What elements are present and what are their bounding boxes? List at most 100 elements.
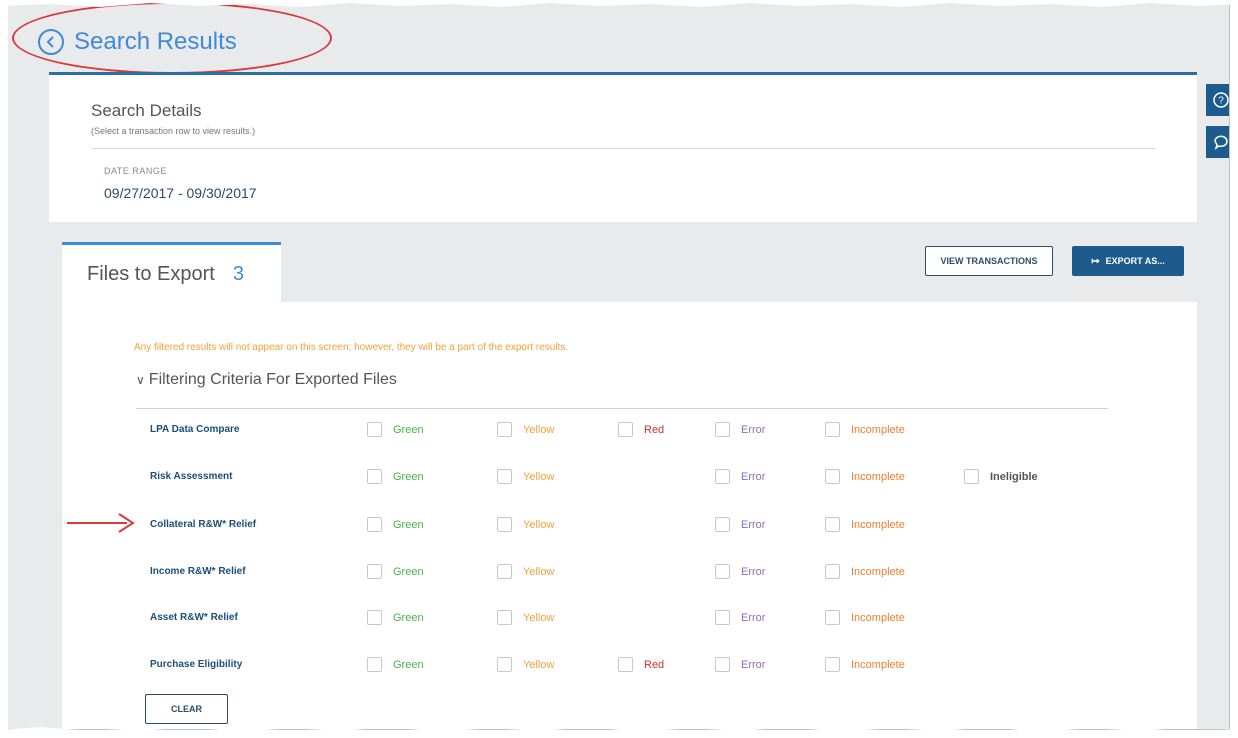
help-button[interactable]: ? [1206,84,1229,116]
checkbox[interactable] [715,469,730,484]
filter-option-label: Yellow [523,611,555,624]
filter-option-label: Error [741,658,766,671]
filter-option-label: Red [644,658,665,671]
checkbox[interactable] [367,517,382,532]
filter-row-label: Purchase Eligibility [150,659,243,670]
filter-option-incomplete[interactable]: Incomplete [825,517,905,532]
filter-option-label: Ineligible [990,470,1038,483]
filter-option-yellow[interactable]: Yellow [497,564,554,579]
filter-option-error[interactable]: Error [715,657,765,672]
filter-option-ineligible[interactable]: Ineligible [964,469,1038,484]
filter-option-label: Incomplete [851,611,905,624]
checkbox[interactable] [497,657,512,672]
page-header: Search Results [38,24,237,60]
filter-option-yellow[interactable]: Yellow [497,517,554,532]
view-transactions-button[interactable]: VIEW TRANSACTIONS [925,246,1053,276]
filter-option-yellow[interactable]: Yellow [497,610,554,625]
chat-icon [1214,135,1228,150]
filter-option-label: Error [741,518,766,531]
filter-option-error[interactable]: Error [715,610,765,625]
filter-option-label: Green [393,470,424,483]
filter-row-label: Income R&W* Relief [150,566,246,577]
details-subtitle: (Select a transaction row to view result… [91,126,256,136]
filter-criteria-title: Filtering Criteria For Exported Files [148,371,397,388]
filter-option-incomplete[interactable]: Incomplete [825,469,905,484]
export-as-button[interactable]: ↦ EXPORT AS... [1072,246,1184,276]
clear-button[interactable]: CLEAR [145,694,228,724]
filter-option-label: Incomplete [851,518,905,531]
details-title: Search Details [91,101,202,120]
filter-option-yellow[interactable]: Yellow [497,469,554,484]
checkbox[interactable] [367,422,382,437]
svg-text:?: ? [1218,96,1224,107]
checkbox[interactable] [715,517,730,532]
checkbox[interactable] [367,610,382,625]
checkbox[interactable] [497,517,512,532]
filter-option-label: Incomplete [851,565,905,578]
checkbox[interactable] [497,422,512,437]
filter-option-label: Yellow [523,658,555,671]
tab-count: 3 [232,263,244,285]
checkbox[interactable] [715,422,730,437]
filter-option-incomplete[interactable]: Incomplete [825,422,905,437]
filter-option-error[interactable]: Error [715,517,765,532]
filter-option-label: Error [741,470,766,483]
checkbox[interactable] [715,610,730,625]
filter-option-label: Yellow [523,423,555,436]
checkbox[interactable] [825,469,840,484]
checkbox[interactable] [964,469,979,484]
filter-option-green[interactable]: Green [367,422,424,437]
filter-option-label: Incomplete [851,470,905,483]
filter-criteria-toggle[interactable]: ∨ Filtering Criteria For Exported Files [136,371,397,389]
filter-option-error[interactable]: Error [715,469,765,484]
filter-option-label: Green [393,518,424,531]
filter-option-incomplete[interactable]: Incomplete [825,657,905,672]
filter-row: Income R&W* Relief Green Yellow Error Incomp… [62,560,1197,586]
torn-edge-bottom [0,727,1238,738]
checkbox[interactable] [618,657,633,672]
files-to-export-panel: Any filtered results will not appear on … [62,302,1197,729]
checkbox[interactable] [367,564,382,579]
checkbox[interactable] [825,610,840,625]
filter-option-red[interactable]: Red [618,657,664,672]
filter-option-label: Yellow [523,470,555,483]
filter-option-error[interactable]: Error [715,564,765,579]
search-details-card: Search Details (Select a transaction row… [49,72,1197,222]
app-window: Search Results Search Details (Select a … [8,0,1230,730]
tab-files-to-export[interactable]: Files to Export 3 [62,242,281,304]
filter-option-incomplete[interactable]: Incomplete [825,610,905,625]
filter-row: Risk Assessment Green Yellow Error Incomplet… [62,465,1197,491]
filter-option-yellow[interactable]: Yellow [497,422,554,437]
tab-label: Files to Export [87,263,215,285]
checkbox[interactable] [715,564,730,579]
filter-option-green[interactable]: Green [367,469,424,484]
filter-option-green[interactable]: Green [367,610,424,625]
filter-option-yellow[interactable]: Yellow [497,657,554,672]
checkbox[interactable] [825,564,840,579]
checkbox[interactable] [367,657,382,672]
checkbox[interactable] [825,517,840,532]
filter-option-green[interactable]: Green [367,564,424,579]
checkbox[interactable] [497,564,512,579]
filter-option-red[interactable]: Red [618,422,664,437]
back-arrow-icon[interactable] [38,29,64,55]
feedback-button[interactable] [1206,126,1229,158]
checkbox[interactable] [825,422,840,437]
checkbox[interactable] [497,610,512,625]
checkbox[interactable] [497,469,512,484]
filter-row: Asset R&W* Relief Green Yellow Error Incompl… [62,606,1197,632]
filter-row-label: Risk Assessment [150,471,233,482]
filter-row: Collateral R&W* Relief Green Yellow Error In… [62,513,1197,539]
filter-option-label: Green [393,423,424,436]
filter-option-green[interactable]: Green [367,657,424,672]
filter-option-green[interactable]: Green [367,517,424,532]
filter-option-label: Red [644,423,665,436]
checkbox[interactable] [618,422,633,437]
checkbox[interactable] [825,657,840,672]
filter-option-label: Green [393,611,424,624]
filter-option-incomplete[interactable]: Incomplete [825,564,905,579]
checkbox[interactable] [715,657,730,672]
filter-row: LPA Data Compare Green Yellow Red Error Incom… [62,418,1197,444]
filter-option-error[interactable]: Error [715,422,765,437]
checkbox[interactable] [367,469,382,484]
